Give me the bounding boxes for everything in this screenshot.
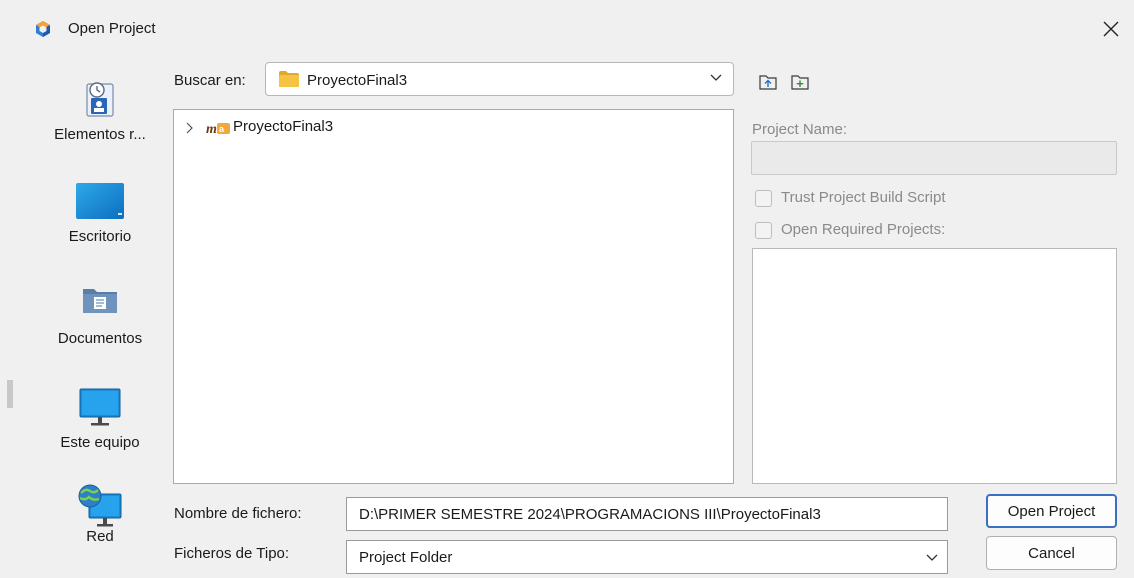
trust-build-script-checkbox[interactable] — [755, 190, 772, 207]
look-in-value: ProyectoFinal3 — [307, 72, 408, 89]
place-label: Escritorio — [68, 228, 132, 245]
folder-icon — [279, 71, 299, 87]
required-projects-list[interactable] — [752, 248, 1117, 484]
new-folder-button[interactable] — [790, 72, 810, 92]
open-project-button[interactable]: Open Project — [986, 494, 1117, 528]
documents-icon — [83, 289, 117, 313]
file-list-item[interactable]: ProyectoFinal3 — [233, 118, 333, 135]
place-label: Este equipo — [60, 434, 140, 451]
folder-up-icon — [759, 75, 777, 90]
place-label: Elementos r... — [54, 126, 146, 143]
network-icon — [78, 484, 122, 527]
place-this-pc[interactable]: Este equipo — [41, 388, 159, 451]
place-documents[interactable]: Documentos — [41, 285, 159, 347]
place-recent-items[interactable]: Elementos r... — [41, 76, 159, 143]
project-name-field — [751, 141, 1117, 175]
window-title: Open Project — [68, 20, 156, 37]
place-label: Documentos — [57, 330, 143, 347]
this-pc-icon — [79, 388, 121, 426]
chevron-down-icon — [710, 74, 722, 81]
background-window-edge — [0, 0, 20, 578]
file-name-label: Nombre de fichero: — [174, 505, 302, 522]
maven-project-icon: m a — [206, 122, 230, 136]
netbeans-app-icon — [36, 21, 50, 37]
file-type-label: Ficheros de Tipo: — [174, 545, 290, 562]
trust-build-script-label: Trust Project Build Script — [781, 189, 946, 206]
cancel-button[interactable]: Cancel — [986, 536, 1117, 570]
open-required-projects-checkbox[interactable] — [755, 222, 772, 239]
chevron-right-icon[interactable] — [184, 121, 196, 135]
recent-items-icon — [86, 82, 114, 117]
new-folder-icon — [791, 75, 809, 90]
chevron-down-icon — [926, 554, 938, 561]
desktop-icon — [76, 183, 124, 219]
place-desktop[interactable]: Escritorio — [41, 181, 159, 245]
file-list[interactable] — [173, 109, 734, 484]
svg-text:m: m — [206, 122, 217, 136]
open-required-projects-label: Open Required Projects: — [781, 221, 946, 238]
file-name-input[interactable] — [346, 497, 948, 531]
background-scroll-handle — [7, 380, 13, 408]
place-network[interactable]: Red — [41, 484, 159, 545]
close-button[interactable] — [1094, 12, 1128, 46]
up-folder-button[interactable] — [758, 72, 778, 92]
close-icon — [1103, 21, 1119, 37]
project-name-label: Project Name: — [752, 121, 848, 138]
place-label: Red — [86, 528, 114, 545]
look-in-label: Buscar en: — [174, 72, 246, 89]
file-type-value: Project Folder — [359, 549, 453, 566]
title-bar[interactable] — [20, 0, 1134, 56]
